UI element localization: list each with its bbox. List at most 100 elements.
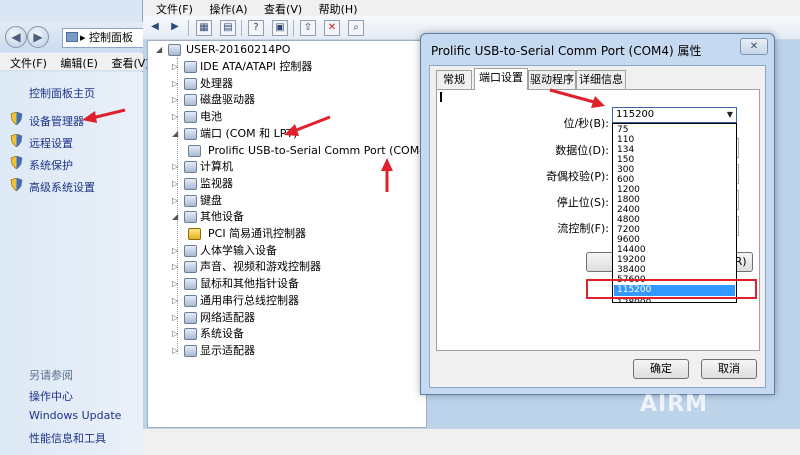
device-icon xyxy=(184,111,197,124)
device-icon xyxy=(184,328,197,341)
back-arrow-icon[interactable]: ◀ xyxy=(5,26,27,48)
control-panel-icon xyxy=(66,32,78,42)
control-panel-sidebar: 控制面板主页 设备管理器 远程设置 系统保护 高级系统设置 另请参阅 操作中心 … xyxy=(0,72,143,455)
see-also-header: 另请参阅 xyxy=(29,369,73,382)
tree-item-label: 网络适配器 xyxy=(200,310,255,324)
tree-item-label: 系统设备 xyxy=(200,327,244,341)
expand-icon[interactable]: ▷ xyxy=(172,243,180,259)
system-protection-link[interactable]: 系统保护 xyxy=(29,157,73,173)
menu-action[interactable]: 操作(A) xyxy=(209,0,247,17)
tree-item-label: 监视器 xyxy=(200,176,233,190)
properties-icon[interactable]: ▤ xyxy=(220,20,236,36)
expand-icon[interactable]: ▷ xyxy=(172,310,180,326)
back-arrow-icon[interactable]: ◀ xyxy=(147,20,163,36)
expand-icon[interactable]: ▷ xyxy=(172,259,180,275)
baud-option[interactable]: 14400 xyxy=(617,245,646,255)
expand-icon[interactable]: ▷ xyxy=(172,193,180,209)
remote-settings-link[interactable]: 远程设置 xyxy=(29,135,73,151)
dialog-title: Prolific USB-to-Serial Comm Port (COM4) … xyxy=(431,44,702,58)
baud-option[interactable]: 4800 xyxy=(617,215,640,225)
collapse-icon[interactable]: ◢ xyxy=(172,209,180,225)
menu-view[interactable]: 查看(V) xyxy=(264,0,302,17)
device-icon xyxy=(184,127,197,140)
tree-item-label: 声音、视频和游戏控制器 xyxy=(200,260,321,274)
baud-option[interactable]: 300 xyxy=(617,165,634,175)
tree-item-label: 人体学输入设备 xyxy=(200,243,277,257)
baud-option[interactable]: 7200 xyxy=(617,225,640,235)
menu-view[interactable]: 查看(V) xyxy=(101,53,149,71)
device-icon xyxy=(188,144,201,157)
highlight-box xyxy=(586,279,757,299)
baud-option[interactable]: 1800 xyxy=(617,195,640,205)
control-panel-home-link[interactable]: 控制面板主页 xyxy=(29,85,95,101)
address-bar[interactable]: ▸ 控制面板 xyxy=(62,28,143,48)
device-manager-menu-bar: 文件(F) 操作(A) 查看(V) 帮助(H) xyxy=(143,0,800,16)
tab-driver[interactable]: 驱动程序 xyxy=(528,70,576,89)
control-panel-nav-bar: ◀ ▶ ▸ 控制面板 xyxy=(0,22,143,52)
baud-option[interactable]: 110 xyxy=(617,135,634,145)
control-panel-window: ◀ ▶ ▸ 控制面板 文件(F) 编辑(E) 查看(V) 控制面板主页 设备管理… xyxy=(0,0,150,455)
scan-hardware-icon[interactable]: ⌕ xyxy=(348,20,364,36)
update-driver-icon[interactable]: ⇧ xyxy=(300,20,316,36)
expand-icon[interactable]: ▷ xyxy=(172,109,180,125)
expand-icon[interactable]: ▷ xyxy=(172,326,180,342)
show-hide-tree-icon[interactable]: ▦ xyxy=(196,20,212,36)
ok-button[interactable]: 确定 xyxy=(633,359,689,379)
uninstall-device-icon[interactable]: ✕ xyxy=(324,20,340,36)
baud-option[interactable]: 600 xyxy=(617,175,634,185)
baud-rate-dropdown[interactable]: 75 110 134 150 300 600 1200 1800 2400 4800 7200 960… xyxy=(612,123,737,303)
tree-item-label: 电池 xyxy=(200,110,222,124)
collapse-icon[interactable]: ◢ xyxy=(156,42,164,58)
expand-icon[interactable]: ▷ xyxy=(172,59,180,75)
close-icon[interactable]: ✕ xyxy=(740,38,768,55)
baud-option[interactable]: 150 xyxy=(617,155,634,165)
stop-bits-label: 停止位(S): xyxy=(556,196,609,209)
baud-option[interactable]: 75 xyxy=(617,125,628,135)
action-center-link[interactable]: 操作中心 xyxy=(29,388,73,404)
address-text: 控制面板 xyxy=(89,31,134,44)
baud-option[interactable]: 134 xyxy=(617,145,634,155)
expand-icon[interactable]: ▷ xyxy=(172,92,180,108)
device-manager-link[interactable]: 设备管理器 xyxy=(29,113,84,129)
baud-option[interactable]: 19200 xyxy=(617,255,646,265)
menu-help[interactable]: 帮助(H) xyxy=(319,0,358,17)
menu-file[interactable]: 文件(F) xyxy=(0,53,47,71)
toolbar-separator xyxy=(188,20,189,36)
expand-icon[interactable]: ▷ xyxy=(172,343,180,359)
tab-general[interactable]: 常规 xyxy=(436,70,472,89)
cancel-button[interactable]: 取消 xyxy=(701,359,757,379)
tree-item-label: Prolific USB-to-Serial Comm Port (COM4) xyxy=(208,143,431,157)
performance-tools-link[interactable]: 性能信息和工具 xyxy=(29,430,106,446)
tree-item-label: IDE ATA/ATAPI 控制器 xyxy=(200,60,313,73)
baud-rate-combo[interactable]: 115200 ▼ xyxy=(612,107,737,123)
forward-arrow-icon[interactable]: ▶ xyxy=(27,26,49,48)
baud-option[interactable]: 9600 xyxy=(617,235,640,245)
shield-icon xyxy=(10,156,23,169)
menu-file[interactable]: 文件(F) xyxy=(156,0,193,17)
baud-option[interactable]: 2400 xyxy=(617,205,640,215)
tab-details[interactable]: 详细信息 xyxy=(576,70,626,89)
tab-port-settings[interactable]: 端口设置 xyxy=(474,68,528,90)
expand-icon[interactable]: ▷ xyxy=(172,276,180,292)
advanced-system-settings-link[interactable]: 高级系统设置 xyxy=(29,179,95,195)
expand-icon[interactable]: ▷ xyxy=(172,176,180,192)
windows-update-link[interactable]: Windows Update xyxy=(29,409,121,422)
parity-label: 奇偶校验(P): xyxy=(546,170,609,183)
forward-arrow-icon[interactable]: ▶ xyxy=(167,20,183,36)
baud-option[interactable]: 1200 xyxy=(617,185,640,195)
control-panel-menu-bar: 文件(F) 编辑(E) 查看(V) xyxy=(0,53,150,71)
dialog-titlebar[interactable]: Prolific USB-to-Serial Comm Port (COM4) … xyxy=(421,34,774,64)
tree-root-label: USER-20160214PO xyxy=(186,43,291,56)
action-view-icon[interactable]: ▣ xyxy=(272,20,288,36)
help-icon[interactable]: ? xyxy=(248,20,264,36)
expand-icon[interactable]: ▷ xyxy=(172,159,180,175)
expand-icon[interactable]: ▷ xyxy=(172,293,180,309)
tree-item-label: 端口 (COM 和 LPT) xyxy=(200,126,298,140)
device-icon xyxy=(184,211,197,224)
baud-option[interactable]: 38400 xyxy=(617,265,646,275)
chevron-down-icon[interactable]: ▼ xyxy=(727,108,733,122)
menu-edit[interactable]: 编辑(E) xyxy=(50,53,98,71)
collapse-icon[interactable]: ◢ xyxy=(172,126,180,142)
expand-icon[interactable]: ▷ xyxy=(172,76,180,92)
tree-item-label: 磁盘驱动器 xyxy=(200,93,255,107)
